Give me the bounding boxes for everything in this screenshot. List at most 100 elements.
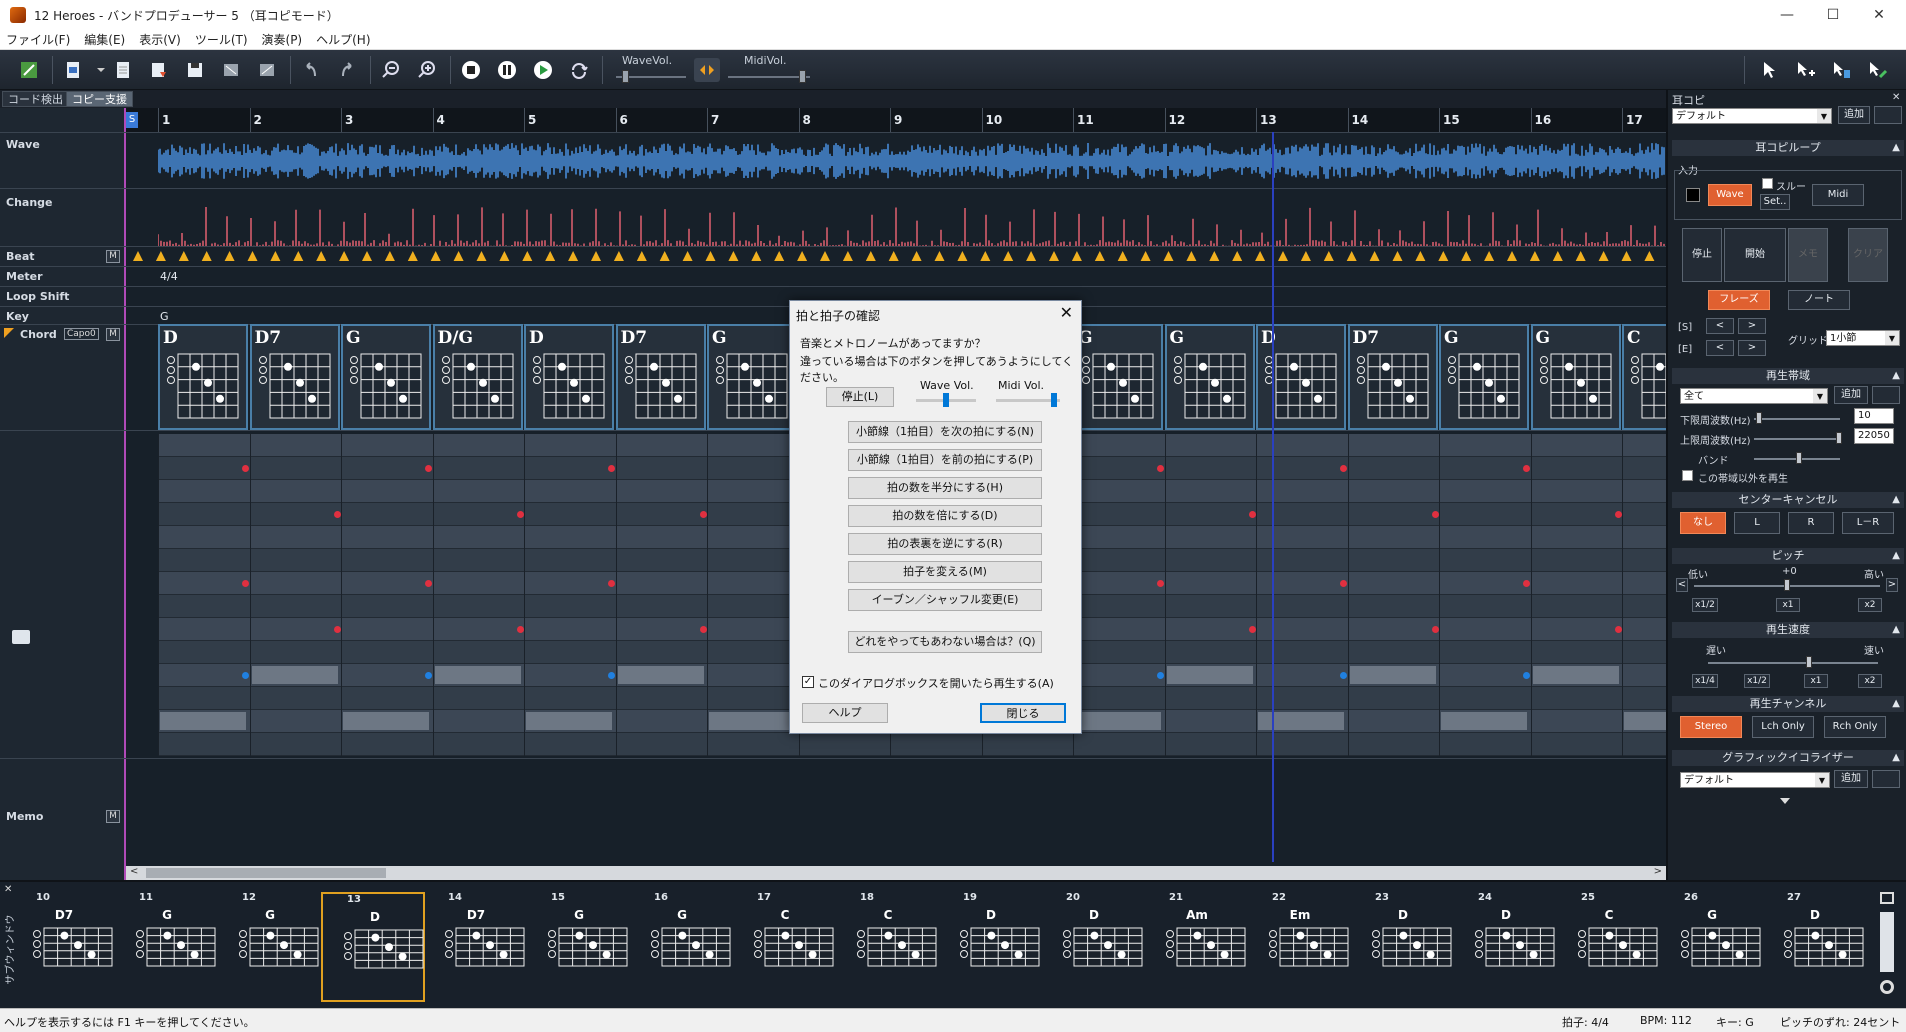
beat-marker[interactable]	[957, 251, 968, 261]
wave-input-button[interactable]: Wave	[1708, 184, 1752, 206]
strip-chord-cell[interactable]: 12 G	[218, 892, 322, 1002]
beat-marker[interactable]	[1300, 251, 1311, 261]
beat-marker[interactable]	[842, 251, 853, 261]
stereo-button[interactable]: Stereo	[1680, 716, 1742, 738]
pause-icon[interactable]	[494, 58, 520, 82]
beat-marker[interactable]	[1003, 251, 1014, 261]
beat-marker[interactable]	[1163, 251, 1174, 261]
balance-icon[interactable]	[694, 58, 720, 82]
preset-add-button[interactable]: 追加	[1838, 106, 1870, 124]
dialog-close-button[interactable]: 閉じる	[980, 703, 1066, 723]
beat-marker[interactable]	[270, 251, 281, 261]
dialog-close-icon[interactable]: ✕	[1060, 303, 1073, 322]
score-icon[interactable]	[16, 58, 42, 82]
beat-marker[interactable]	[1575, 251, 1586, 261]
beat-marker[interactable]	[1529, 251, 1540, 261]
scroll-left-icon[interactable]: <	[130, 866, 138, 877]
beat-marker[interactable]	[1278, 251, 1288, 261]
pitch-knob[interactable]	[1784, 579, 1790, 591]
pitch-section-header[interactable]: ピッチ ▲	[1672, 548, 1904, 564]
beat-marker[interactable]	[1484, 251, 1495, 261]
note-dot[interactable]	[425, 465, 432, 472]
beat-marker[interactable]	[384, 251, 395, 261]
menu-help[interactable]: ヘルプ(H)	[316, 31, 370, 48]
speed-one-button[interactable]: x1	[1804, 674, 1828, 688]
beat-marker[interactable]	[1598, 251, 1609, 261]
erase-cursor-icon[interactable]	[1828, 58, 1854, 82]
note-dot[interactable]	[1523, 672, 1530, 679]
beat-marker[interactable]	[1117, 251, 1128, 261]
chord-mute-button[interactable]: M	[106, 328, 120, 341]
beat-marker[interactable]	[980, 251, 991, 261]
undo-icon[interactable]	[298, 58, 324, 82]
prev-beat-button[interactable]: 小節線（1拍目）を前の拍にする(P)	[848, 449, 1042, 471]
speed-half-button[interactable]: x1/2	[1744, 674, 1770, 688]
pitch-down-button[interactable]: <	[1676, 578, 1688, 592]
beat-marker[interactable]	[155, 251, 166, 261]
strip-chord-cell[interactable]: 16 G	[630, 892, 734, 1002]
beat-marker[interactable]	[751, 251, 762, 261]
play-icon[interactable]	[530, 58, 556, 82]
add-cursor-icon[interactable]	[1792, 58, 1818, 82]
strip-chord-cell[interactable]: 26 G	[1660, 892, 1764, 1002]
beat-marker[interactable]	[1644, 251, 1655, 261]
clear-button[interactable]: クリア	[1848, 228, 1888, 282]
note-bar[interactable]	[251, 666, 338, 684]
minimize-button[interactable]: —	[1764, 0, 1810, 30]
note-bar[interactable]	[526, 712, 612, 730]
strip-chord-cell[interactable]: 11 G	[115, 892, 219, 1002]
beat-marker[interactable]	[247, 251, 258, 261]
note-dot[interactable]	[608, 580, 615, 587]
strip-view-icon[interactable]	[1880, 892, 1894, 904]
memo-mute-button[interactable]: M	[106, 810, 120, 823]
note-dot[interactable]	[608, 465, 615, 472]
strip-chord-cell[interactable]: 17 C	[733, 892, 837, 1002]
note-dot[interactable]	[242, 672, 249, 679]
note-dot[interactable]	[425, 672, 432, 679]
note-button[interactable]: ノート	[1788, 290, 1850, 310]
import-icon[interactable]	[254, 58, 280, 82]
stop-icon[interactable]	[458, 58, 484, 82]
beat-marker[interactable]	[1552, 251, 1563, 261]
note-bar[interactable]	[709, 712, 795, 730]
note-dot[interactable]	[1614, 626, 1622, 633]
strip-chord-cell[interactable]: 23 D	[1351, 892, 1455, 1002]
beat-marker[interactable]	[1209, 251, 1220, 261]
chord-cell[interactable]: D7	[1347, 324, 1438, 430]
beat-marker[interactable]	[201, 251, 212, 261]
beat-marker[interactable]	[1026, 251, 1037, 261]
beat-marker[interactable]	[522, 251, 533, 261]
start-prev-button[interactable]: <	[1706, 318, 1734, 334]
note-dot[interactable]	[608, 672, 615, 679]
beat-marker[interactable]	[1094, 251, 1105, 261]
note-bar[interactable]	[1166, 666, 1253, 684]
select-cursor-icon[interactable]	[1756, 58, 1782, 82]
note-bar[interactable]	[1258, 712, 1344, 730]
note-bar[interactable]	[160, 712, 246, 730]
strip-chord-cell[interactable]: 20 D	[1042, 892, 1146, 1002]
band-knob[interactable]	[1796, 452, 1802, 464]
loop-icon[interactable]	[566, 58, 592, 82]
dialog-stop-button[interactable]: 停止(L)	[826, 387, 894, 407]
autoplay-checkbox[interactable]: ✓	[802, 676, 814, 688]
note-dot[interactable]	[242, 580, 249, 587]
band-select[interactable]: 全て ▼	[1680, 388, 1828, 404]
beat-marker[interactable]	[613, 251, 624, 261]
eq-add-button[interactable]: 追加	[1834, 770, 1868, 788]
close-button[interactable]: ✕	[1856, 0, 1902, 30]
chord-cell[interactable]: G	[1439, 324, 1529, 430]
dialog-midi-vol-knob[interactable]	[1051, 393, 1058, 407]
eq-section-header[interactable]: グラフィックイコライザー ▲	[1672, 750, 1904, 766]
beat-marker[interactable]	[316, 251, 327, 261]
beat-marker[interactable]	[407, 251, 418, 261]
center-l-button[interactable]: L	[1734, 512, 1780, 534]
menu-play[interactable]: 演奏(P)	[262, 31, 303, 48]
note-dot[interactable]	[1157, 465, 1164, 472]
lch-only-button[interactable]: Lch Only	[1752, 716, 1814, 738]
note-bar[interactable]	[1075, 712, 1161, 730]
low-freq-slider[interactable]	[1754, 418, 1840, 420]
note-dot[interactable]	[1431, 626, 1439, 633]
beat-marker[interactable]	[1049, 251, 1059, 261]
center-lr-button[interactable]: L－R	[1842, 512, 1894, 534]
note-dot[interactable]	[1157, 580, 1164, 587]
